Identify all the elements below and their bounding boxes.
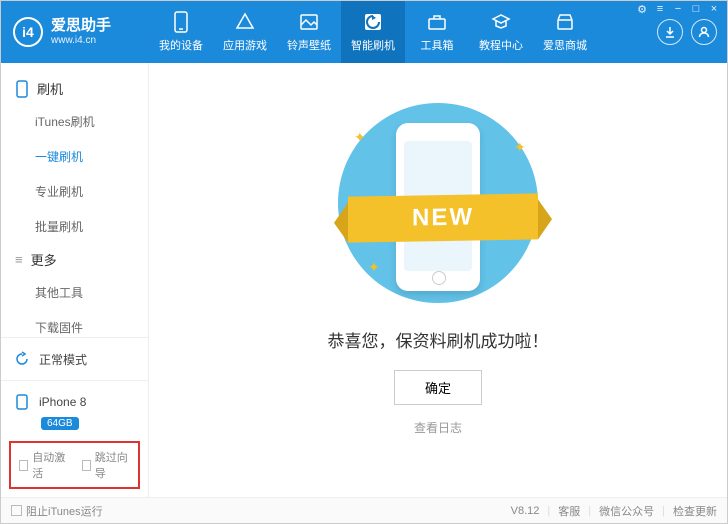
nav-flash[interactable]: 智能刷机 — [341, 1, 405, 63]
separator: | — [588, 505, 591, 517]
device-row[interactable]: iPhone 8 — [13, 389, 136, 415]
device-label: iPhone 8 — [39, 395, 86, 409]
checkbox-icon — [19, 460, 28, 471]
refresh-icon — [13, 350, 31, 368]
app-window: i4 爱思助手 www.i4.cn 我的设备 应用游戏 铃声壁纸 智能刷机 — [0, 0, 728, 524]
header: i4 爱思助手 www.i4.cn 我的设备 应用游戏 铃声壁纸 智能刷机 — [1, 1, 727, 63]
menu-lines-icon: ≡ — [15, 252, 23, 267]
sparkle-icon: ✦ — [354, 129, 366, 146]
nav-label: 应用游戏 — [223, 37, 267, 53]
user-button[interactable] — [691, 19, 717, 45]
nav-ringtones[interactable]: 铃声壁纸 — [277, 1, 341, 63]
mode-label: 正常模式 — [39, 351, 87, 368]
wallpaper-icon — [298, 11, 320, 33]
close-icon[interactable]: × — [707, 2, 721, 16]
top-nav: 我的设备 应用游戏 铃声壁纸 智能刷机 工具箱 教程中心 — [149, 1, 657, 63]
sidebar-items-more: 其他工具 下载固件 高级功能 — [1, 275, 148, 337]
footer-link-wechat[interactable]: 微信公众号 — [599, 503, 654, 519]
sidebar-item-pro-flash[interactable]: 专业刷机 — [1, 174, 148, 209]
checkbox-auto-activate[interactable]: 自动激活 — [19, 449, 68, 481]
nav-label: 我的设备 — [159, 37, 203, 53]
toolbox-icon — [426, 11, 448, 33]
version-label: V8.12 — [511, 505, 540, 517]
store-icon — [554, 11, 576, 33]
view-log-link[interactable]: 查看日志 — [414, 419, 462, 436]
checkbox-skip-guide[interactable]: 跳过向导 — [82, 449, 131, 481]
minimize-icon[interactable]: − — [671, 2, 685, 16]
checkbox-icon — [11, 505, 22, 516]
sidebar-item-download-firmware[interactable]: 下载固件 — [1, 310, 148, 337]
footer-right: V8.12 | 客服 | 微信公众号 | 检查更新 — [511, 503, 717, 519]
apps-icon — [234, 11, 256, 33]
footer-link-update[interactable]: 检查更新 — [673, 503, 717, 519]
phone-icon — [170, 11, 192, 33]
logo-icon: i4 — [13, 17, 43, 47]
nav-apps-games[interactable]: 应用游戏 — [213, 1, 277, 63]
sidebar-cat-flash[interactable]: 刷机 — [1, 73, 148, 104]
sidebar-cat-label: 更多 — [31, 250, 57, 269]
nav-label: 教程中心 — [479, 37, 523, 53]
phone-outline-icon — [15, 80, 29, 98]
nav-label: 工具箱 — [421, 37, 454, 53]
footer-link-service[interactable]: 客服 — [558, 503, 580, 519]
mode-row[interactable]: 正常模式 — [13, 346, 136, 372]
logo-area: i4 爱思助手 www.i4.cn — [1, 1, 149, 63]
device-storage-row: 64GB — [13, 415, 136, 429]
nav-label: 爱思商城 — [543, 37, 587, 53]
nav-label: 铃声壁纸 — [287, 37, 331, 53]
sidebar-item-batch-flash[interactable]: 批量刷机 — [1, 209, 148, 244]
checkbox-block-itunes[interactable]: 阻止iTunes运行 — [11, 503, 103, 519]
separator: | — [547, 505, 550, 517]
ok-button[interactable]: 确定 — [394, 370, 482, 405]
storage-badge: 64GB — [41, 417, 79, 430]
brand-title: 爱思助手 — [51, 17, 111, 35]
checkbox-label: 跳过向导 — [95, 449, 130, 481]
success-illustration: ✦ ✦ ✦ NEW — [328, 103, 548, 303]
sidebar-item-other-tools[interactable]: 其他工具 — [1, 275, 148, 310]
device-phone-icon — [13, 393, 31, 411]
success-message: 恭喜您，保资料刷机成功啦！ — [328, 327, 549, 352]
main-panel: ✦ ✦ ✦ NEW 恭喜您，保资料刷机成功啦！ 确定 查看日志 — [149, 63, 727, 497]
checkbox-label: 阻止iTunes运行 — [26, 503, 103, 519]
separator: | — [662, 505, 665, 517]
body: 刷机 iTunes刷机 一键刷机 专业刷机 批量刷机 ≡ 更多 其他工具 下载固… — [1, 63, 727, 497]
nav-my-device[interactable]: 我的设备 — [149, 1, 213, 63]
tutorial-icon — [490, 11, 512, 33]
sidebar-cat-more[interactable]: ≡ 更多 — [1, 244, 148, 275]
logo-text: 爱思助手 www.i4.cn — [51, 17, 111, 47]
sidebar-checks-highlight: 自动激活 跳过向导 — [9, 441, 140, 489]
nav-store[interactable]: 爱思商城 — [533, 1, 597, 63]
maximize-icon[interactable]: □ — [689, 2, 703, 16]
footer: 阻止iTunes运行 V8.12 | 客服 | 微信公众号 | 检查更新 — [1, 497, 727, 523]
nav-tutorials[interactable]: 教程中心 — [469, 1, 533, 63]
settings-icon[interactable]: ⚙ — [635, 2, 649, 16]
sidebar-item-onekey-flash[interactable]: 一键刷机 — [1, 139, 148, 174]
nav-toolbox[interactable]: 工具箱 — [405, 1, 469, 63]
sparkle-icon: ✦ — [368, 259, 380, 276]
checkbox-icon — [82, 460, 91, 471]
sidebar-item-itunes-flash[interactable]: iTunes刷机 — [1, 104, 148, 139]
flash-icon — [362, 11, 384, 33]
nav-label: 智能刷机 — [351, 37, 395, 53]
sidebar-items-flash: iTunes刷机 一键刷机 专业刷机 批量刷机 — [1, 104, 148, 244]
download-button[interactable] — [657, 19, 683, 45]
sidebar-device-block: iPhone 8 64GB — [1, 380, 148, 437]
checkbox-label: 自动激活 — [32, 449, 67, 481]
sidebar: 刷机 iTunes刷机 一键刷机 专业刷机 批量刷机 ≡ 更多 其他工具 下载固… — [1, 63, 149, 497]
menu-icon[interactable]: ≡ — [653, 2, 667, 16]
sidebar-scroll: 刷机 iTunes刷机 一键刷机 专业刷机 批量刷机 ≡ 更多 其他工具 下载固… — [1, 63, 148, 337]
window-controls: ⚙ ≡ − □ × — [631, 1, 725, 17]
brand-subtitle: www.i4.cn — [51, 35, 111, 47]
ribbon-text: NEW — [412, 203, 474, 232]
new-ribbon: NEW — [348, 193, 538, 242]
sparkle-icon: ✦ — [514, 139, 526, 156]
sidebar-cat-label: 刷机 — [37, 79, 63, 98]
sidebar-mode-block: 正常模式 — [1, 337, 148, 380]
